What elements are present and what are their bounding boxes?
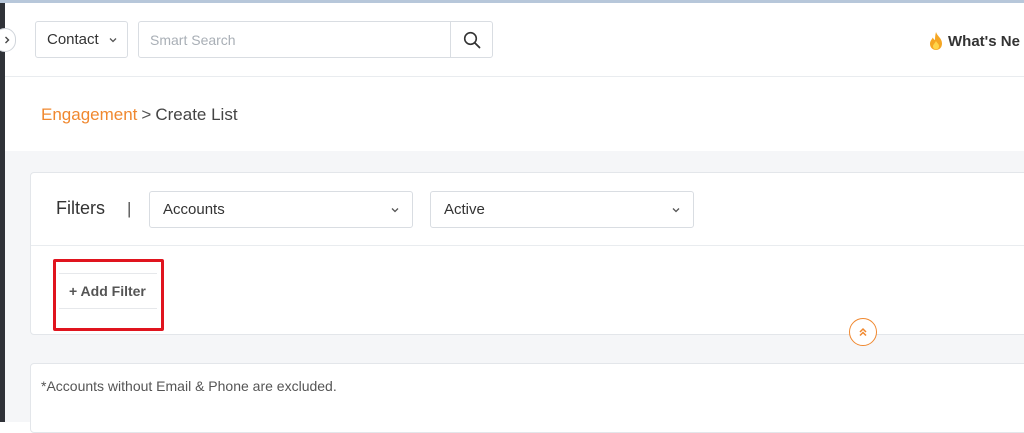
exclusion-note-card: *Accounts without Email & Phone are excl…: [30, 363, 1024, 433]
search-input[interactable]: [139, 22, 450, 57]
status-value: Active: [444, 201, 485, 218]
chevron-right-icon: [5, 36, 10, 44]
breadcrumb-bar: Engagement > Create List: [5, 77, 1024, 151]
record-type-value: Accounts: [163, 201, 225, 218]
double-chevron-up-icon: [859, 327, 867, 337]
filters-card: Filters | Accounts Active + Add Filter: [30, 172, 1024, 335]
record-type-select[interactable]: Accounts: [149, 191, 413, 228]
exclusion-note: *Accounts without Email & Phone are excl…: [41, 378, 337, 394]
filters-divider: |: [127, 199, 132, 218]
filters-separator: [31, 245, 1024, 246]
collapse-filters-button[interactable]: [849, 318, 877, 346]
breadcrumb: Engagement > Create List: [41, 105, 238, 125]
search-button[interactable]: [450, 22, 492, 57]
whats-new-link[interactable]: What's Ne: [927, 31, 1020, 51]
module-select[interactable]: Contact: [35, 21, 128, 58]
top-header: Contact What's Ne: [5, 3, 1024, 77]
breadcrumb-engagement[interactable]: Engagement: [41, 105, 137, 125]
smart-search: [138, 21, 493, 58]
fire-icon: [930, 32, 942, 50]
chevron-down-icon: [672, 208, 680, 213]
breadcrumb-separator: >: [141, 105, 152, 124]
chevron-down-icon: [109, 38, 117, 43]
filters-title: Filters: [56, 198, 105, 218]
status-select[interactable]: Active: [430, 191, 694, 228]
breadcrumb-current: Create List: [155, 105, 238, 124]
highlight-annotation: [53, 259, 164, 331]
search-icon: [463, 31, 480, 48]
chevron-down-icon: [391, 208, 399, 213]
whats-new-label: What's Ne: [948, 32, 1020, 50]
module-select-value: Contact: [47, 31, 99, 48]
